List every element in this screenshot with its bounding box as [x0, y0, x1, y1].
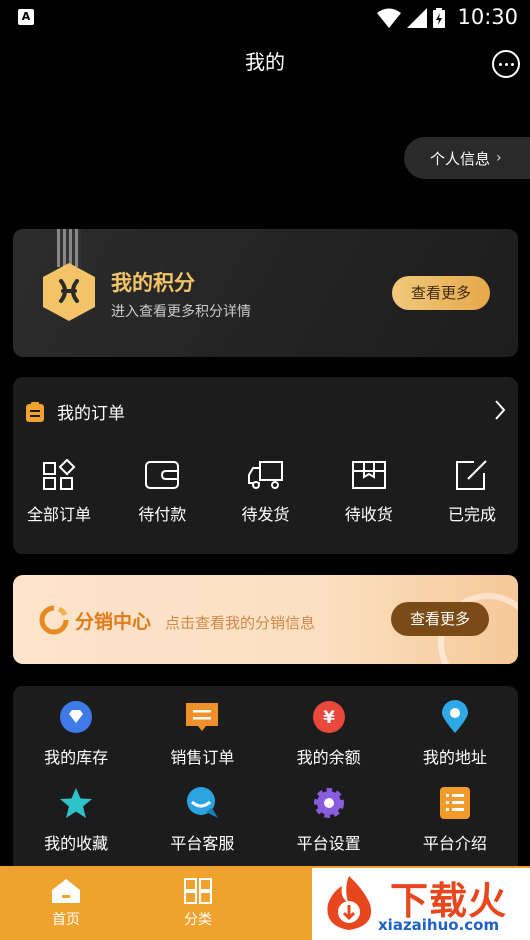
nav-category[interactable]: 分类	[132, 866, 264, 940]
signal-icon	[407, 8, 427, 28]
home-icon	[52, 879, 80, 903]
points-title: 我的积分	[111, 271, 195, 295]
grid-item-label: 平台介绍	[422, 834, 487, 853]
order-status-list: 全部订单 待付款 待发货 待收货 已完成	[13, 459, 518, 525]
page-title: 我的	[245, 50, 285, 74]
receipt-icon	[186, 703, 219, 731]
order-all[interactable]: 全部订单	[27, 459, 91, 525]
status-icons	[376, 7, 446, 29]
dot-icon	[510, 62, 514, 66]
orders-header[interactable]: 我的订单	[25, 399, 125, 424]
distribution-banner[interactable]: 分销中心 点击查看我的分销信息 查看更多	[13, 575, 518, 664]
grid-item-label: 销售订单	[170, 748, 235, 767]
svg-text:¥: ¥	[323, 708, 335, 728]
chat-icon	[187, 787, 219, 818]
points-more-button[interactable]: 查看更多	[392, 276, 490, 310]
battery-icon	[433, 8, 445, 28]
grid-item-sales-orders[interactable]: 销售订单	[139, 700, 265, 768]
status-bar: A 10:30	[0, 0, 530, 36]
nav-category-label: 分类	[184, 912, 212, 928]
distribution-logo-icon	[39, 605, 69, 635]
settings-icon	[313, 788, 344, 818]
profile-info-button[interactable]: 个人信息 ›	[404, 137, 530, 179]
grid-item-label: 我的余额	[296, 748, 361, 767]
dot-icon	[498, 62, 502, 66]
grid-item-settings[interactable]: 平台设置	[266, 786, 392, 854]
grid-item-customer-service[interactable]: 平台客服	[139, 786, 265, 854]
order-pending-shipment-label: 待发货	[241, 505, 290, 524]
watermark: 下载火 xiazaihuo.com	[312, 868, 530, 940]
distribution-subtitle: 点击查看我的分销信息	[165, 614, 316, 632]
grid-item-balance[interactable]: ¥ 我的余额	[266, 700, 392, 768]
grid-item-label: 我的收藏	[44, 834, 109, 853]
distribution-more-button[interactable]: 查看更多	[391, 602, 489, 636]
grid-item-label: 我的地址	[422, 748, 487, 767]
grid-item-label: 平台设置	[296, 834, 361, 853]
grid-item-inventory[interactable]: 我的库存	[13, 700, 139, 768]
message-button[interactable]	[492, 50, 520, 78]
order-completed-label: 已完成	[447, 505, 496, 524]
clock: 10:30	[457, 5, 518, 29]
profile-info-label: 个人信息	[430, 149, 491, 168]
app-notification-icon: A	[18, 9, 34, 25]
wallet-icon	[145, 461, 180, 489]
list-icon	[439, 787, 470, 819]
points-subtitle: 进入查看更多积分详情	[111, 304, 251, 320]
services-grid: 我的库存 销售订单 ¥ 我的余额 我的地址 我的收藏 平台客服 平台设置 平台介	[13, 700, 518, 854]
order-pending-payment[interactable]: 待付款	[130, 459, 194, 525]
flame-logo-icon	[327, 876, 372, 930]
yen-icon: ¥	[312, 701, 345, 733]
diamond-icon	[60, 701, 93, 733]
grid-item-label: 平台客服	[170, 834, 235, 853]
wifi-icon	[377, 8, 401, 28]
nav-home-label: 首页	[52, 912, 80, 928]
truck-icon	[247, 461, 283, 489]
nav-home[interactable]: 首页	[0, 866, 132, 940]
grid-item-favorites[interactable]: 我的收藏	[13, 786, 139, 854]
dot-icon	[504, 62, 508, 66]
points-badge-icon	[43, 263, 95, 321]
order-pending-shipment[interactable]: 待发货	[234, 459, 298, 525]
grid-item-about[interactable]: 平台介绍	[392, 786, 518, 854]
edit-icon	[456, 460, 487, 490]
order-completed[interactable]: 已完成	[440, 459, 504, 525]
grid-item-address[interactable]: 我的地址	[392, 700, 518, 768]
chevron-right-icon: ›	[496, 150, 502, 166]
clipboard-icon	[26, 401, 44, 422]
location-pin-icon	[441, 700, 468, 733]
box-icon	[351, 461, 386, 489]
order-all-label: 全部订单	[27, 505, 92, 524]
distribution-title: 分销中心	[75, 611, 152, 633]
star-icon	[60, 788, 93, 818]
category-icon	[184, 878, 212, 904]
watermark-url: xiazaihuo.com	[378, 916, 500, 934]
order-pending-payment-label: 待付款	[138, 505, 187, 524]
points-card[interactable]: 我的积分 进入查看更多积分详情 查看更多	[13, 229, 518, 357]
orders-card: 我的订单 全部订单 待付款 待发货 待收货 已完成	[13, 377, 518, 554]
orders-title: 我的订单	[57, 404, 125, 424]
order-pending-receipt-label: 待收货	[344, 505, 393, 524]
grid-icon	[43, 459, 76, 490]
services-card: 我的库存 销售订单 ¥ 我的余额 我的地址 我的收藏 平台客服 平台设置 平台介	[13, 686, 518, 876]
order-pending-receipt[interactable]: 待收货	[337, 459, 401, 525]
chevron-right-icon[interactable]	[494, 399, 506, 421]
grid-item-label: 我的库存	[44, 748, 109, 767]
